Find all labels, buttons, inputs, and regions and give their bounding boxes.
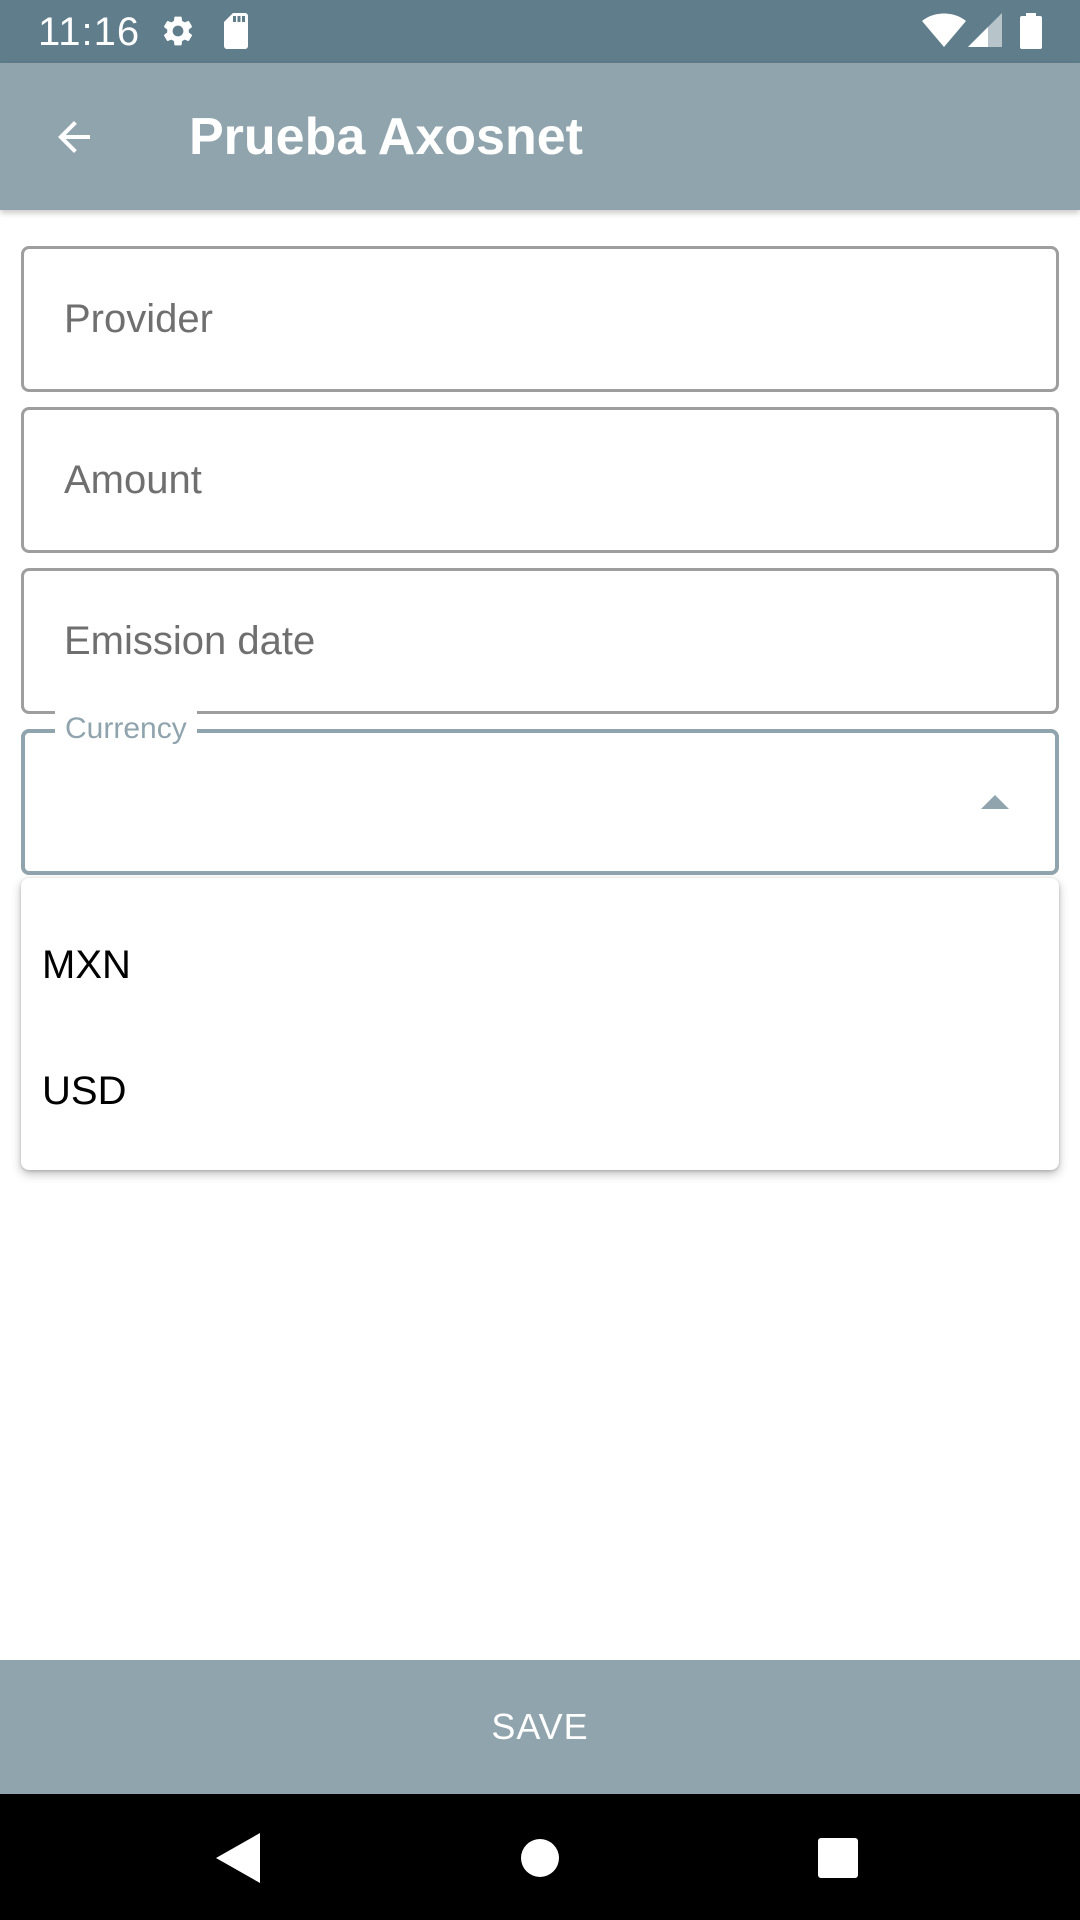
app-bar: Prueba Axosnet bbox=[0, 63, 1080, 210]
currency-option-mxn[interactable]: MXN bbox=[21, 902, 1059, 1028]
nav-back-icon bbox=[216, 1833, 260, 1883]
currency-option-usd[interactable]: USD bbox=[21, 1028, 1059, 1154]
save-button[interactable]: SAVE bbox=[0, 1660, 1080, 1794]
battery-icon bbox=[1020, 13, 1042, 49]
provider-placeholder: Provider bbox=[64, 296, 213, 341]
screen: 11:16 Prueba Axosnet Provider Amount Emi… bbox=[0, 0, 1080, 1920]
provider-field[interactable]: Provider bbox=[21, 246, 1059, 392]
nav-recents-button[interactable] bbox=[800, 1820, 876, 1896]
settings-icon bbox=[163, 16, 193, 46]
chevron-up-icon bbox=[981, 795, 1009, 809]
amount-field[interactable]: Amount bbox=[21, 407, 1059, 553]
page-title: Prueba Axosnet bbox=[189, 108, 583, 166]
status-time: 11:16 bbox=[38, 10, 141, 54]
arrow-back-icon bbox=[58, 121, 90, 153]
currency-select[interactable]: Currency bbox=[21, 711, 1059, 875]
status-bar: 11:16 bbox=[0, 0, 1080, 63]
nav-recents-icon bbox=[818, 1838, 858, 1878]
amount-placeholder: Amount bbox=[64, 457, 202, 502]
signal-icon bbox=[968, 13, 1002, 47]
nav-home-button[interactable] bbox=[502, 1820, 578, 1896]
wifi-icon bbox=[922, 13, 966, 47]
emission-date-placeholder: Emission date bbox=[64, 618, 316, 663]
currency-dropdown-menu: MXN USD bbox=[21, 878, 1059, 1170]
currency-label: Currency bbox=[55, 711, 197, 747]
navigation-bar bbox=[0, 1794, 1080, 1920]
nav-home-icon bbox=[521, 1839, 559, 1877]
back-button[interactable] bbox=[32, 95, 116, 179]
sd-card-icon bbox=[224, 13, 248, 49]
nav-back-button[interactable] bbox=[200, 1820, 276, 1896]
emission-date-field[interactable]: Emission date bbox=[21, 568, 1059, 714]
